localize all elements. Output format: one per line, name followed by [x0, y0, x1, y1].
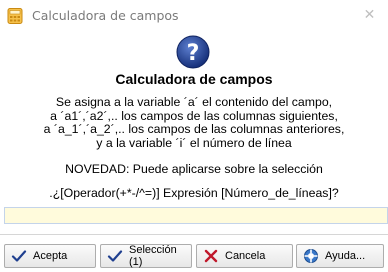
acepta-button[interactable]: Acepta	[4, 244, 96, 268]
novedad-text: NOVEDAD: Puede aplicarse sobre la selecc…	[65, 162, 323, 176]
ayuda-button[interactable]: Ayuda...	[296, 244, 384, 268]
help-icon	[304, 249, 318, 263]
close-button[interactable]: ✕	[351, 0, 388, 30]
title-bar: Calculadora de campos ✕	[0, 0, 388, 32]
acepta-label: Acepta	[33, 250, 68, 262]
cancela-label: Cancela	[225, 250, 266, 262]
calculator-icon	[7, 8, 23, 24]
window-title: Calculadora de campos	[32, 8, 179, 23]
dialog-window: Calculadora de campos ✕ ? Calculadora de…	[0, 0, 388, 272]
description-line: Se asigna a la variable ´a´ el contenido…	[55, 95, 333, 109]
expression-prompt: .¿[Operador(+*-/^=)] Expresión [Número_d…	[49, 186, 339, 200]
svg-text:?: ?	[187, 41, 200, 66]
description-line: a ´a_1´,´a_2´,.. los campos de las colum…	[43, 122, 345, 136]
ayuda-label: Ayuda...	[325, 250, 366, 262]
description-line: y a la variable ´i´ el número de línea	[96, 135, 292, 150]
checkmark-icon	[107, 250, 123, 262]
description-line: a ´a1´,´a2´,.. los campos de las columna…	[50, 108, 338, 123]
seleccion-button[interactable]: Selección (1)	[100, 244, 192, 268]
seleccion-label: Selección (1)	[129, 244, 177, 268]
cancela-button[interactable]: Cancela	[196, 244, 293, 268]
description-text: Se asigna a la variable ´a´ el contenido…	[0, 95, 388, 150]
separator	[0, 234, 388, 235]
dialog-heading: Calculadora de campos	[115, 71, 273, 87]
close-icon: ✕	[363, 7, 376, 23]
checkmark-icon	[11, 250, 27, 262]
cross-icon	[204, 249, 218, 263]
question-icon: ?	[176, 35, 210, 69]
expression-input[interactable]	[4, 207, 388, 224]
